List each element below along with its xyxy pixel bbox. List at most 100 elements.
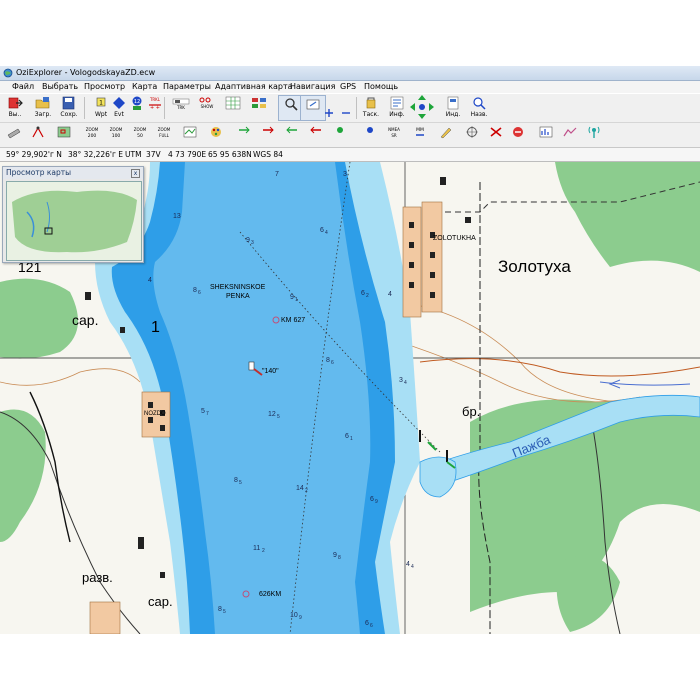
load-button[interactable]: Загр. bbox=[30, 95, 56, 121]
gps-1-button[interactable] bbox=[234, 125, 254, 145]
zoom-out-icon bbox=[341, 112, 350, 114]
move-arrows-icon bbox=[410, 95, 434, 119]
mm-button[interactable]: MM bbox=[410, 125, 430, 145]
chart-icon bbox=[563, 127, 577, 137]
svg-text:+ +: + + bbox=[150, 105, 160, 110]
svg-text:TRK: TRK bbox=[176, 105, 185, 110]
nmea-button[interactable]: NMEA SR bbox=[384, 125, 404, 145]
stop-button[interactable] bbox=[508, 125, 528, 145]
zoom-in-button[interactable] bbox=[320, 106, 337, 120]
info-button[interactable]: Инф. bbox=[384, 95, 410, 121]
show-wpt-button[interactable]: SHOW bbox=[194, 95, 220, 121]
menu-view[interactable]: Просмотр bbox=[84, 81, 125, 93]
save-button[interactable]: Сохр. bbox=[56, 95, 82, 121]
menu-file[interactable]: Файл bbox=[12, 81, 34, 93]
cross-button[interactable] bbox=[486, 125, 506, 145]
zoom-50-button[interactable]: ZOOM 50 bbox=[130, 125, 150, 145]
gps-2-button[interactable] bbox=[258, 125, 278, 145]
target-icon bbox=[466, 126, 478, 138]
menu-adaptive-map[interactable]: Адаптивная карта bbox=[215, 81, 293, 93]
target-button[interactable] bbox=[462, 125, 482, 145]
nmea-icon: NMEASR bbox=[388, 127, 400, 138]
chart-button[interactable] bbox=[560, 125, 580, 145]
menu-help[interactable]: Помощь bbox=[364, 81, 398, 93]
ruler-button[interactable] bbox=[4, 125, 24, 145]
pencil-button[interactable] bbox=[436, 125, 456, 145]
overview-header: Просмотр карты x bbox=[3, 167, 143, 179]
svg-text:50: 50 bbox=[137, 133, 143, 139]
antenna-icon bbox=[588, 126, 600, 138]
exit-button[interactable]: Вы.. bbox=[2, 95, 28, 121]
gps-3-button[interactable] bbox=[282, 125, 302, 145]
toolbar-separator bbox=[164, 97, 165, 119]
zoom-full-button[interactable]: ZOOM FULL bbox=[154, 125, 174, 145]
zoom-out-button[interactable] bbox=[337, 106, 354, 120]
place-label-sheksna: SHEKSNINSKOE bbox=[210, 284, 266, 291]
map-options-icon bbox=[252, 98, 266, 108]
palette-button[interactable] bbox=[206, 125, 226, 145]
gps-4-icon bbox=[310, 126, 321, 134]
menu-select[interactable]: Выбрать bbox=[42, 81, 78, 93]
map-options-button[interactable] bbox=[246, 95, 272, 121]
building-marker bbox=[138, 537, 144, 549]
move-map-button[interactable] bbox=[408, 94, 436, 120]
depth-number: 14 bbox=[296, 485, 304, 492]
svg-text:ZOOM: ZOOM bbox=[158, 127, 171, 132]
gps-3-icon bbox=[286, 126, 297, 134]
search-icon bbox=[285, 98, 298, 111]
depth-subscript: 5 bbox=[239, 480, 242, 486]
ruins-label: разв. bbox=[82, 570, 113, 585]
graph-button[interactable] bbox=[536, 125, 556, 145]
depth-number: 13 bbox=[173, 213, 181, 220]
map-overview-panel[interactable]: Просмотр карты x bbox=[2, 166, 144, 263]
depth-number: 8 bbox=[218, 606, 222, 613]
depth-number: 6 bbox=[345, 433, 349, 440]
gps-6-button[interactable] bbox=[360, 125, 380, 145]
depth-subscript: 9 bbox=[299, 615, 302, 621]
depth-number: 9 bbox=[333, 552, 337, 559]
name-search-button[interactable]: Назв. bbox=[466, 95, 492, 121]
shed-label: сар. bbox=[72, 312, 98, 328]
forest-area bbox=[0, 278, 78, 359]
main-toolbar: Вы.. Загр. Сохр. 1 Wpt Evt 12 TRKL + + T… bbox=[0, 94, 700, 137]
menu-gps[interactable]: GPS bbox=[340, 81, 356, 93]
menu-map[interactable]: Карта bbox=[132, 81, 157, 93]
grid-icon bbox=[225, 96, 241, 110]
depth-subscript: 2 bbox=[262, 548, 265, 554]
overview-minimap[interactable] bbox=[6, 181, 142, 261]
app-globe-icon bbox=[3, 68, 13, 78]
depth-subscript: 7 bbox=[206, 411, 209, 417]
close-icon[interactable]: x bbox=[131, 169, 140, 178]
index-button[interactable]: Инд. bbox=[440, 95, 466, 121]
zoom-100-button[interactable]: ZOOM 100 bbox=[106, 125, 126, 145]
task-button[interactable]: Таск. bbox=[358, 95, 384, 121]
depth-number: 3 bbox=[399, 377, 403, 384]
grid-button[interactable] bbox=[220, 95, 246, 121]
depth-number: 6 bbox=[320, 227, 324, 234]
depth-number: 12 bbox=[268, 411, 276, 418]
gps-5-button[interactable] bbox=[330, 125, 350, 145]
toolbar-separator bbox=[356, 97, 357, 119]
km-label: 626KM bbox=[259, 591, 281, 598]
depth-number: 4 bbox=[406, 561, 410, 568]
depth-number: 6 bbox=[370, 496, 374, 503]
exit-icon bbox=[8, 97, 23, 109]
map-button[interactable] bbox=[180, 125, 200, 145]
info-icon bbox=[390, 96, 404, 110]
antenna-button[interactable] bbox=[584, 125, 604, 145]
menu-settings[interactable]: Параметры bbox=[163, 81, 211, 93]
village-label-zolotukha-small: ZOLOTUKHA bbox=[433, 235, 476, 242]
depth-subscript: 9 bbox=[375, 499, 378, 505]
svg-text:1: 1 bbox=[99, 100, 103, 107]
waypoint-label: "140" bbox=[262, 368, 279, 375]
gps-4-button[interactable] bbox=[306, 125, 326, 145]
overview-button[interactable] bbox=[54, 125, 74, 145]
depth-subscript: 5 bbox=[223, 609, 226, 615]
zoom-200-button[interactable]: ZOOM 200 bbox=[82, 125, 102, 145]
depth-number: 8 bbox=[193, 287, 197, 294]
measure-button[interactable] bbox=[28, 125, 48, 145]
show-trk-button[interactable]: TRK bbox=[168, 95, 194, 121]
menu-navigation[interactable]: Навигация bbox=[290, 81, 335, 93]
building-marker bbox=[120, 327, 125, 333]
svg-text:FULL: FULL bbox=[159, 133, 169, 138]
